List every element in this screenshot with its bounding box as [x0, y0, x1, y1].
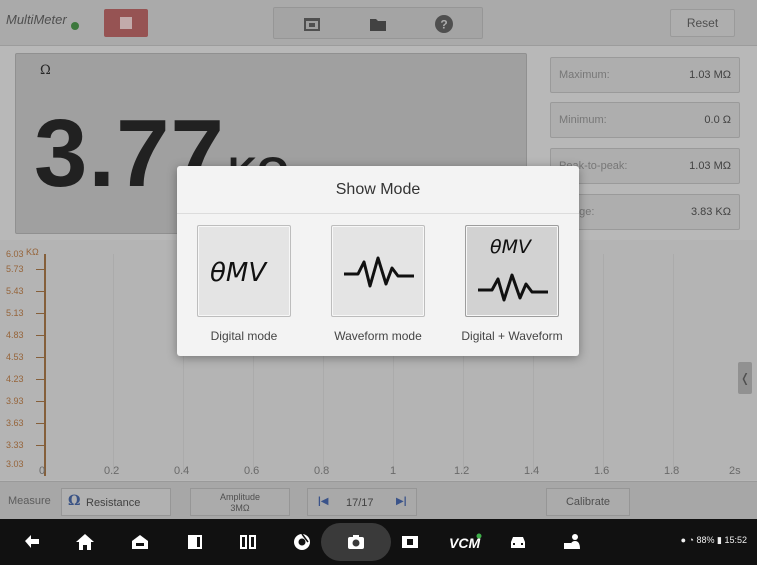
system-nav-bar: VCM ● ◔ 88% ▮ 15:52	[0, 519, 757, 565]
dialog-title: Show Mode	[177, 166, 579, 214]
vcmi-icon[interactable]: VCM	[448, 532, 482, 552]
home-icon[interactable]	[75, 532, 95, 552]
battery-level: 88%	[696, 535, 715, 545]
digital-mode-button[interactable]: θMV	[197, 225, 291, 317]
remote-expert-icon[interactable]	[562, 532, 582, 552]
clock: 15:52	[724, 535, 747, 545]
camera-icon	[348, 535, 364, 549]
screen-record-icon[interactable]	[400, 532, 420, 552]
split-screen-icon[interactable]	[238, 532, 258, 552]
waveform-icon	[478, 273, 548, 302]
waveform-mode-button[interactable]	[331, 225, 425, 317]
screen: MultiMeter ? Reset Ω 3.77 KΩ Maxim	[0, 0, 757, 565]
mode-label: Waveform mode	[334, 329, 422, 343]
svg-text:VCM: VCM	[449, 535, 480, 551]
mode-label: Digital + Waveform	[461, 329, 563, 343]
wifi-icon: ◔	[688, 535, 694, 545]
waveform-icon	[344, 256, 414, 288]
battery-icon: ▮	[717, 535, 722, 545]
digital-display-icon: θMV	[210, 258, 267, 288]
mode-label: Digital mode	[210, 329, 278, 343]
back-icon[interactable]	[22, 532, 42, 552]
digital-display-icon: θMV	[490, 236, 532, 258]
camera-pill[interactable]	[321, 523, 391, 561]
location-icon: ●	[680, 535, 686, 545]
digital-waveform-mode-button[interactable]: θMV	[465, 225, 559, 317]
status-bar: ● ◔ 88% ▮ 15:52	[681, 535, 747, 546]
vehicle-icon[interactable]	[508, 532, 528, 552]
recent-apps-icon[interactable]	[185, 532, 205, 552]
browser-icon[interactable]	[292, 532, 312, 552]
show-mode-dialog: Show Mode θMV Digital mode Waveform mode…	[177, 166, 579, 356]
vehicle-home-icon[interactable]	[130, 532, 150, 552]
